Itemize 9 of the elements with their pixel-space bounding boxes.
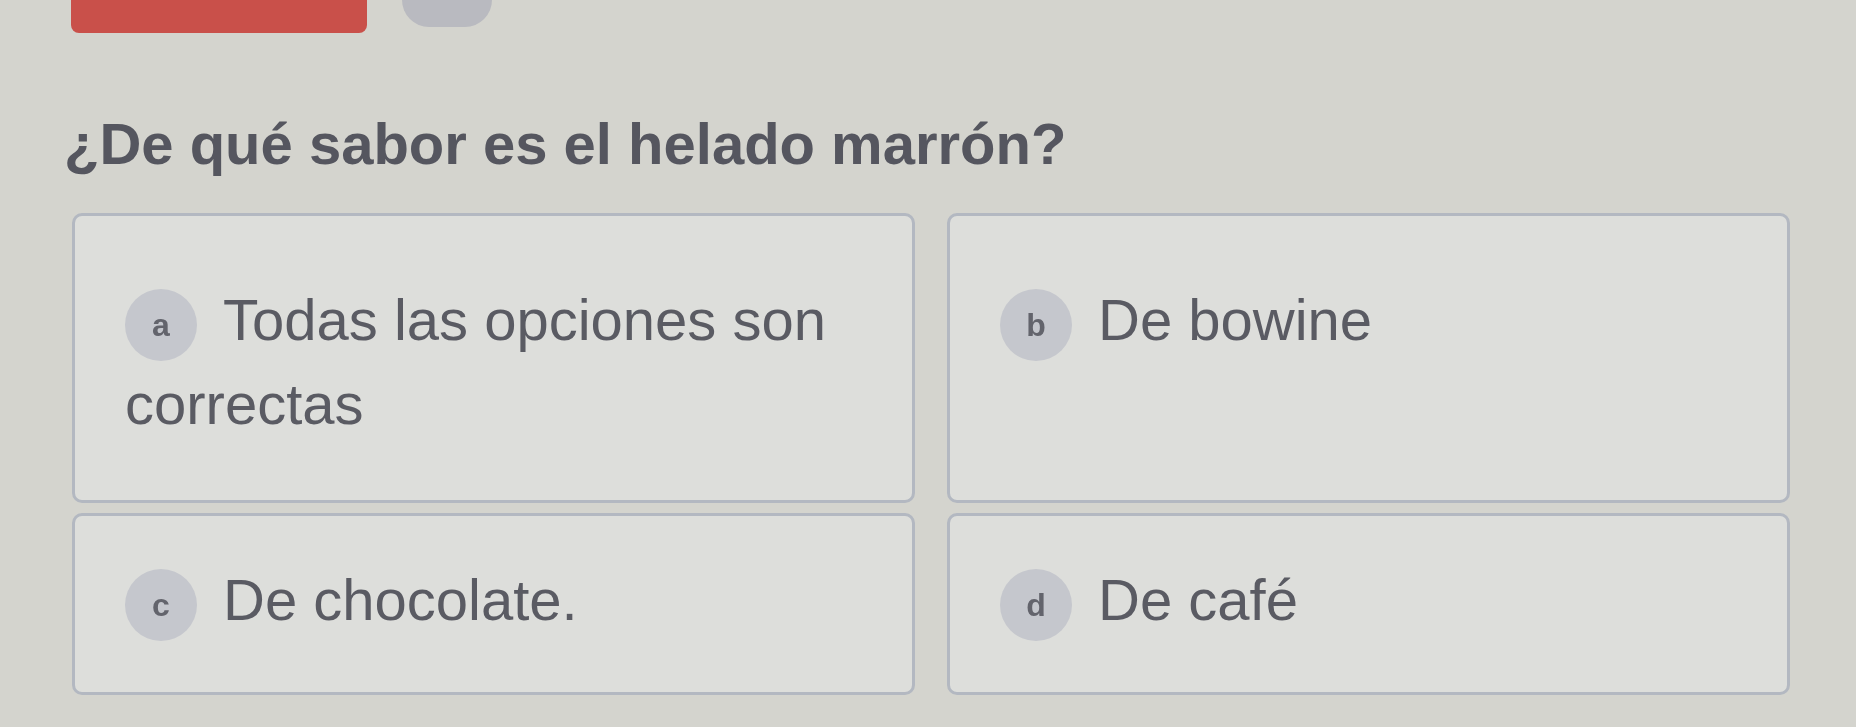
answer-option[interactable]: a Todas las opciones son correctas [72, 213, 915, 503]
answer-option[interactable]: c De chocolate. [72, 513, 915, 695]
answer-option[interactable]: d De café [947, 513, 1790, 695]
question-text: ¿De qué sabor es el helado marrón? [64, 111, 1067, 177]
answer-option[interactable]: b De bowine [947, 213, 1790, 503]
option-letter-badge: a [125, 288, 197, 361]
option-letter-badge: c [125, 568, 197, 641]
option-letter-badge: d [1000, 568, 1072, 641]
option-letter-badge: b [1000, 288, 1072, 361]
